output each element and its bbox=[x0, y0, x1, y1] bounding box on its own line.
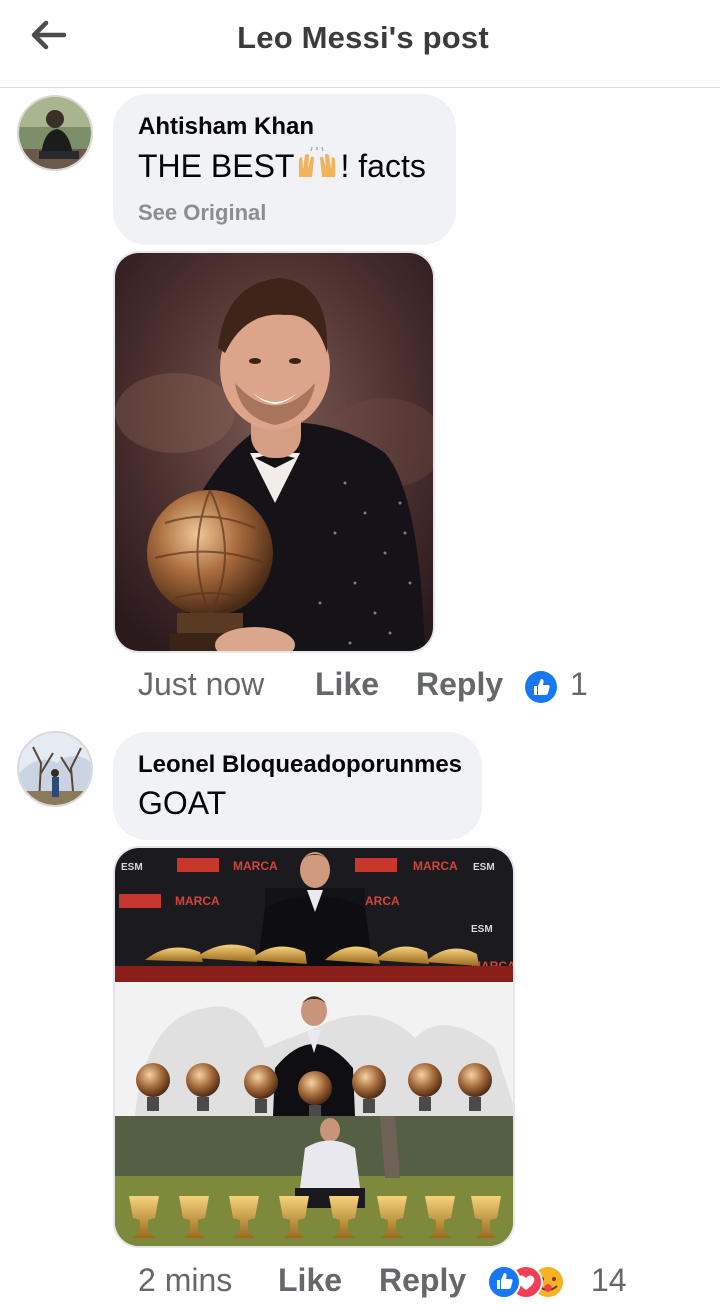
comment-author[interactable]: Ahtisham Khan bbox=[138, 113, 314, 141]
comment-timestamp: 2 mins bbox=[138, 1262, 233, 1298]
commenter-avatar[interactable] bbox=[17, 731, 93, 807]
comment-text: THE BEST ! facts bbox=[138, 147, 426, 185]
comment-text-part: THE BEST bbox=[138, 148, 295, 184]
comment-timestamp: Just now bbox=[138, 666, 265, 702]
reaction-icons[interactable] bbox=[487, 1264, 581, 1300]
top-bar: Leo Messi's post bbox=[0, 0, 720, 88]
comment-text-part: ! facts bbox=[340, 148, 426, 184]
reaction-count[interactable]: 1 bbox=[570, 666, 588, 703]
svg-text:ESM: ESM bbox=[121, 862, 143, 873]
like-button[interactable]: Like bbox=[278, 1262, 342, 1299]
like-reaction-icon[interactable] bbox=[524, 670, 558, 704]
reply-button[interactable]: Reply bbox=[416, 666, 503, 703]
reaction-count[interactable]: 14 bbox=[591, 1262, 627, 1299]
like-button[interactable]: Like bbox=[315, 666, 379, 703]
svg-text:ESM: ESM bbox=[473, 862, 495, 873]
svg-text:MARCA: MARCA bbox=[175, 894, 220, 908]
comment-text: GOAT bbox=[138, 785, 227, 821]
commenter-avatar[interactable] bbox=[17, 95, 93, 171]
see-original-link[interactable]: See Original bbox=[138, 200, 266, 226]
page-title: Leo Messi's post bbox=[237, 20, 489, 55]
comment-photo[interactable] bbox=[113, 251, 435, 653]
svg-text:MARCA: MARCA bbox=[233, 859, 278, 873]
comment-author[interactable]: Leonel Bloqueadoporunmes bbox=[138, 751, 462, 779]
reply-button[interactable]: Reply bbox=[379, 1262, 466, 1299]
comment-photo[interactable]: MARCA MARCA MARCA MARCA ESM ESM ESM MARC… bbox=[113, 846, 515, 1248]
raising-hands-emoji-icon bbox=[295, 147, 339, 181]
svg-text:ESM: ESM bbox=[471, 924, 493, 935]
svg-text:MARCA: MARCA bbox=[413, 859, 458, 873]
